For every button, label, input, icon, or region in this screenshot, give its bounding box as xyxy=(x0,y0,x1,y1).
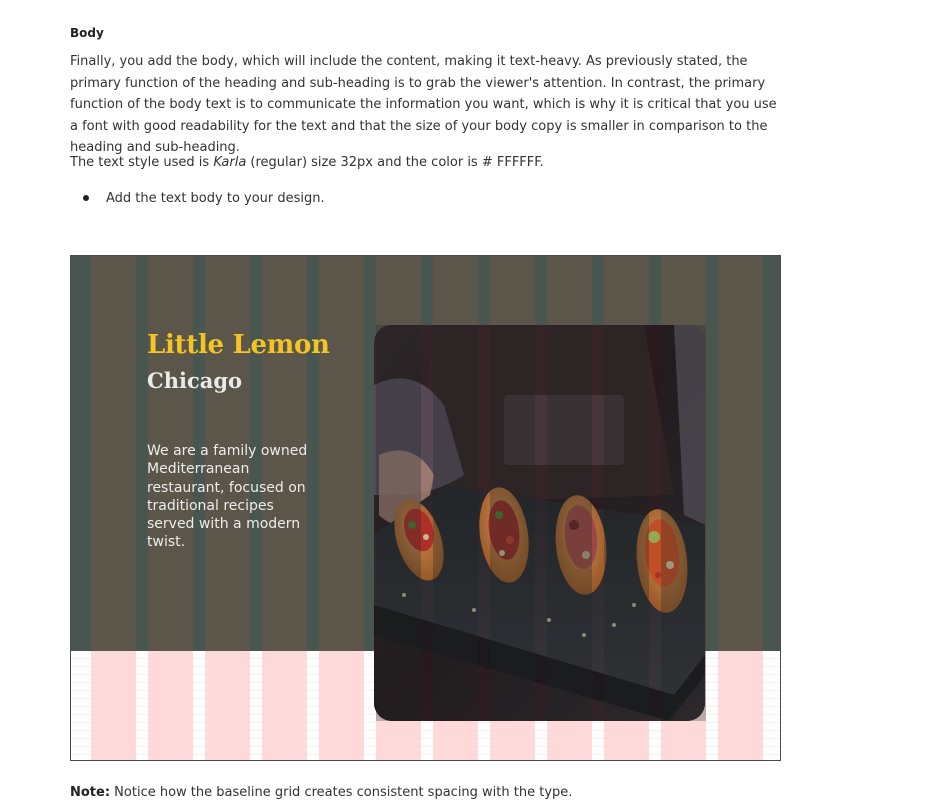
food-photo-image xyxy=(374,325,705,721)
restaurant-subtitle: Chicago xyxy=(147,368,243,393)
bullet-icon xyxy=(83,195,89,201)
text-style-description: The text style used is Karla (regular) s… xyxy=(70,152,544,173)
restaurant-body-text: We are a family owned Mediterranean rest… xyxy=(147,443,308,551)
note-text: Notice how the baseline grid creates con… xyxy=(110,785,573,800)
style-font-name: Karla xyxy=(213,155,247,170)
design-figure: Little Lemon Chicago We are a family own… xyxy=(70,255,781,761)
restaurant-title: Little Lemon xyxy=(147,330,330,360)
list-item-text: Add the text body to your design. xyxy=(106,191,325,206)
list-item: Add the text body to your design. xyxy=(70,188,325,209)
style-suffix: (regular) size 32px and the color is # F… xyxy=(246,155,544,170)
body-paragraph: Finally, you add the body, which will in… xyxy=(70,54,777,155)
food-photo xyxy=(374,325,705,721)
note-line: Note: Notice how the baseline grid creat… xyxy=(70,782,572,803)
note-label: Note: xyxy=(70,785,111,800)
style-prefix: The text style used is xyxy=(70,155,214,170)
section-heading: Body xyxy=(70,26,104,40)
instruction-list: Add the text body to your design. xyxy=(70,188,325,209)
